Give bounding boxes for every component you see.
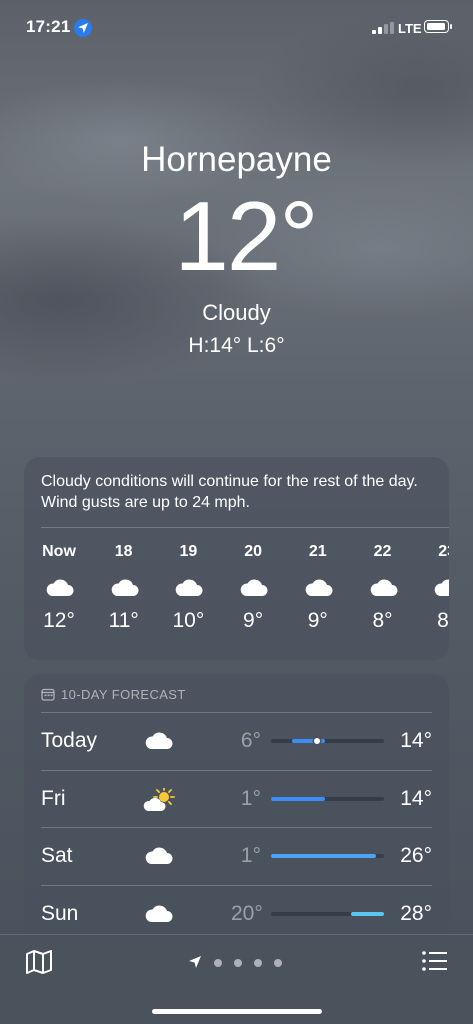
temperature-range-bar — [271, 911, 384, 916]
temperature-range-fill — [291, 739, 326, 743]
current-temp-dot — [314, 738, 320, 744]
cloud-icon — [109, 577, 139, 597]
day-row[interactable]: Sun 20° 28° — [41, 884, 432, 942]
hour-temperature: 9° — [307, 609, 328, 632]
hour-temperature: 9° — [243, 609, 264, 632]
day-low: 6° — [240, 729, 261, 752]
hour-temperature: 8° — [437, 609, 449, 632]
ten-day-title: 10-DAY FORECAST — [61, 687, 186, 702]
temperature-range-fill — [350, 911, 384, 916]
hour-temperature: 8° — [372, 609, 393, 632]
bottom-toolbar — [0, 934, 473, 1024]
battery-icon — [424, 20, 452, 33]
page-dot — [214, 959, 222, 967]
day-low: 20° — [231, 901, 263, 925]
current-temperature: 12° — [174, 181, 318, 291]
hour-label: 20 — [244, 543, 262, 560]
ten-day-forecast-card[interactable]: 10-DAY FORECAST Today 6° 14° Fri 1° 14° Sat 1° 2… — [24, 674, 449, 964]
hour-temperature: 11° — [108, 609, 139, 632]
temperature-range-fill — [271, 796, 326, 801]
page-dot — [234, 959, 242, 967]
temperature-range-bar — [271, 854, 384, 858]
day-name: Today — [41, 729, 98, 752]
day-row[interactable]: Fri 1° 14° — [41, 769, 432, 827]
hour-item: 19 10° — [161, 543, 215, 633]
status-time: 17:21 — [26, 17, 71, 36]
day-low: 1° — [240, 844, 261, 867]
divider — [41, 827, 432, 828]
status-bar: 17:21 LTE — [0, 0, 473, 56]
hour-label: 23 — [438, 543, 449, 560]
list-icon[interactable] — [421, 949, 449, 973]
network-type: LTE — [398, 21, 422, 36]
temperature-range-fill — [271, 854, 376, 858]
temperature-range-bar — [271, 796, 384, 801]
hour-label: 21 — [308, 543, 327, 560]
ten-day-header: 10-DAY FORECAST — [41, 687, 186, 702]
day-high: 28° — [400, 901, 432, 925]
day-row[interactable]: Sat 1° 26° — [41, 827, 432, 884]
cloud-icon — [238, 577, 268, 597]
location-nav-icon — [189, 956, 201, 968]
hour-label: 22 — [373, 543, 392, 560]
cloud-icon — [368, 577, 398, 597]
hour-item: 21 9° — [291, 543, 345, 633]
day-name: Fri — [41, 786, 66, 810]
forecast-summary: Cloudy conditions will continue for the … — [41, 473, 418, 511]
cloud-icon — [303, 577, 333, 597]
cloud-icon — [44, 577, 74, 597]
page-dot — [274, 959, 282, 967]
hour-label: 18 — [114, 543, 133, 560]
cellular-signal-icon — [372, 22, 394, 34]
home-indicator[interactable] — [152, 1009, 322, 1014]
hour-item: 23 8° — [420, 543, 449, 633]
high-low: H:14° L:6° — [188, 334, 285, 357]
current-condition: Cloudy — [202, 300, 271, 325]
hour-item: 18 11° — [97, 543, 151, 633]
hour-label: Now — [42, 543, 76, 560]
partly-sunny-icon — [143, 785, 177, 817]
hour-temperature: 12° — [43, 609, 75, 632]
hour-item: 20 9° — [226, 543, 280, 633]
city-name: Hornepayne — [141, 140, 332, 179]
cloud-icon — [432, 577, 449, 597]
cloud-icon — [173, 577, 203, 597]
calendar-icon — [41, 688, 55, 701]
hour-item: Now 12° — [32, 543, 86, 633]
map-icon[interactable] — [25, 949, 53, 975]
hour-item: 22 8° — [356, 543, 410, 633]
day-row[interactable]: Today 6° 14° — [41, 712, 432, 769]
cloud-icon — [143, 845, 173, 870]
cloud-icon — [143, 903, 173, 928]
day-name: Sun — [41, 901, 79, 925]
hour-temperature: 10° — [172, 609, 205, 632]
divider — [41, 769, 432, 771]
location-arrow-icon — [74, 19, 92, 37]
hour-label: 19 — [179, 543, 198, 560]
divider — [41, 884, 432, 886]
cloud-icon — [143, 730, 173, 755]
divider — [41, 712, 432, 713]
day-high: 26° — [400, 844, 432, 867]
day-high: 14° — [400, 729, 432, 752]
day-high: 14° — [400, 786, 432, 810]
day-name: Sat — [41, 844, 73, 867]
day-low: 1° — [240, 786, 261, 810]
page-dot — [254, 959, 262, 967]
hourly-forecast-card[interactable]: Cloudy conditions will continue for the … — [24, 457, 449, 660]
temperature-range-bar — [271, 738, 384, 744]
divider — [41, 527, 449, 528]
